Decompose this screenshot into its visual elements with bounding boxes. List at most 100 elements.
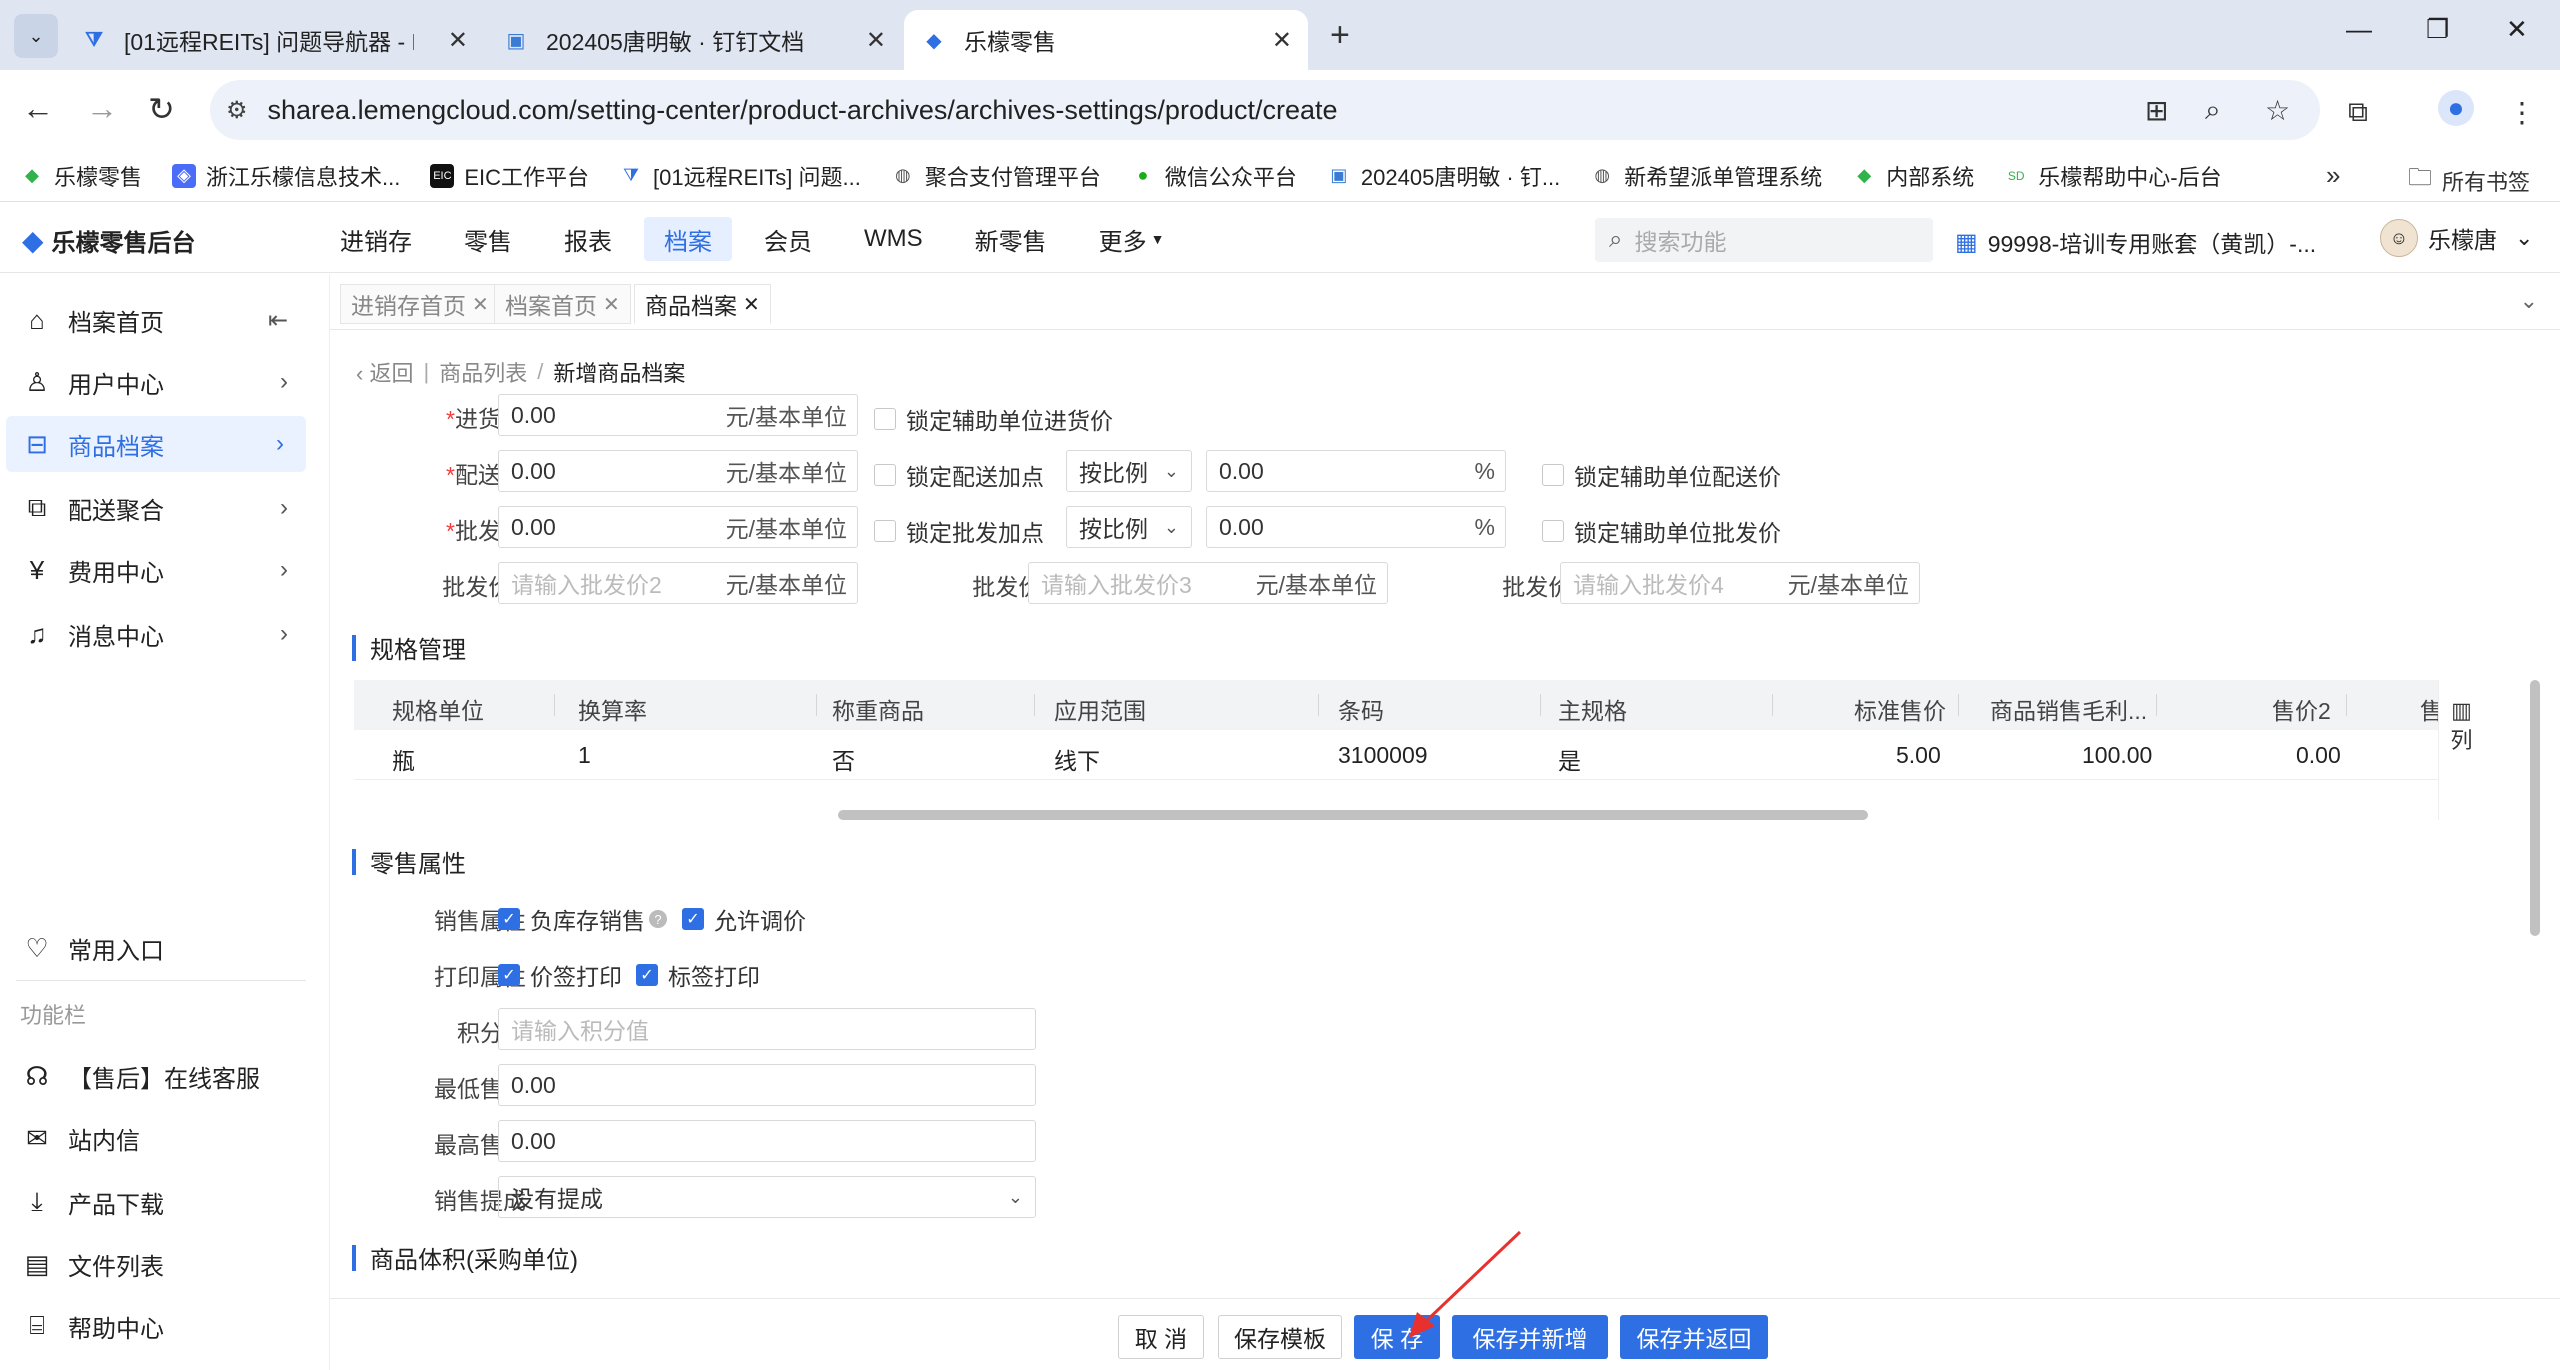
bookmark-item[interactable]: ⧩ [01远程REITs] 问题... [619, 160, 861, 192]
wholesale-price2-input[interactable]: 请输入批发价2 元/基本单位 [498, 562, 858, 604]
page-tab[interactable]: 进销存首页 ✕ [340, 284, 500, 324]
table-horizontal-scrollbar[interactable] [838, 810, 1868, 820]
sidebar-item-messages[interactable]: ♫ 消息中心 › [0, 606, 310, 662]
lock-wholesale-markup-checkbox[interactable]: 锁定批发加点 [874, 514, 1044, 548]
nav-item-active[interactable]: 档案 [644, 217, 732, 261]
help-icon[interactable]: ? [649, 910, 667, 928]
close-icon[interactable]: ✕ [448, 26, 468, 55]
bookmark-item[interactable]: ◆ 内部系统 [1852, 160, 1974, 192]
restore-button[interactable]: ❐ [2426, 14, 2449, 45]
points-input[interactable]: 请输入积分值 [498, 1008, 1036, 1050]
max-price-input[interactable]: 0.00 [498, 1120, 1036, 1162]
new-tab-button[interactable]: + [1330, 16, 1350, 55]
purchase-price-input[interactable]: 0.00 元/基本单位 [498, 394, 858, 436]
lock-delivery-markup-checkbox[interactable]: 锁定配送加点 [874, 458, 1044, 492]
price-tag-print-checkbox[interactable]: ✓ 价签打印 [498, 958, 622, 992]
more-menu-icon[interactable]: ⋮ [2508, 96, 2536, 129]
allow-price-adjust-checkbox[interactable]: ✓ 允许调价 [682, 902, 806, 936]
close-icon[interactable]: ✕ [866, 26, 886, 55]
bookmark-item[interactable]: SD 乐檬帮助中心-后台 [2004, 160, 2222, 192]
sidebar-tool-help[interactable]: ⌸ 帮助中心 [0, 1298, 310, 1354]
sidebar-item-expense[interactable]: ¥ 费用中心 › [0, 542, 310, 598]
reload-button[interactable]: ↻ [148, 90, 175, 128]
zoom-icon[interactable]: ⌕ [2205, 94, 2221, 127]
commission-select[interactable]: 没有提成 ⌄ [498, 1176, 1036, 1218]
bookmarks-overflow-icon[interactable]: » [2326, 160, 2340, 191]
delivery-markup-mode-select[interactable]: 按比例 ⌄ [1066, 450, 1192, 492]
forward-button[interactable]: → [86, 90, 118, 127]
min-price-input[interactable]: 0.00 [498, 1064, 1036, 1106]
all-bookmarks[interactable]: 🗀 所有书签 [2408, 160, 2530, 201]
bookmark-item[interactable]: ● 微信公众平台 [1131, 160, 1296, 192]
label-print-checkbox[interactable]: ✓ 标签打印 [636, 958, 760, 992]
column-header: 称重商品 [832, 698, 924, 724]
close-icon[interactable]: ✕ [743, 292, 760, 317]
close-icon[interactable]: ✕ [1272, 26, 1292, 55]
browser-tab-3[interactable]: ◆ 乐檬零售 ✕ [904, 10, 1308, 70]
bookmark-item[interactable]: ▣ 202405唐明敏 · 钉... [1327, 160, 1560, 192]
profile-icon[interactable]: ● [2438, 90, 2474, 126]
lock-aux-purchase-checkbox[interactable]: 锁定辅助单位进货价 [874, 402, 1113, 436]
collapse-sidebar-icon[interactable]: ⇤ [268, 306, 288, 335]
wholesale-price3-input[interactable]: 请输入批发价3 元/基本单位 [1028, 562, 1388, 604]
sidebar-tool-file-list[interactable]: ▤ 文件列表 [0, 1236, 310, 1292]
bookmark-item[interactable]: EIC EIC工作平台 [430, 160, 589, 192]
tab-search-button[interactable]: ⌄ [14, 14, 58, 58]
sidebar-item-product-archive[interactable]: ⊟ 商品档案 › [6, 416, 306, 472]
cancel-button[interactable]: 取 消 [1118, 1315, 1204, 1359]
page-tab[interactable]: 档案首页 ✕ [494, 284, 631, 324]
close-window-button[interactable]: ✕ [2506, 14, 2528, 45]
save-and-return-button[interactable]: 保存并返回 [1620, 1315, 1768, 1359]
sidebar-item-favorites[interactable]: ♡ 常用入口 [0, 920, 310, 976]
lock-aux-delivery-checkbox[interactable]: 锁定辅助单位配送价 [1542, 458, 1781, 492]
nav-item-more[interactable]: 更多 ▼ [1079, 217, 1185, 261]
close-icon[interactable]: ✕ [603, 292, 620, 317]
translate-icon[interactable]: ⊞ [2145, 94, 2168, 127]
function-search-input[interactable]: ⌕ 搜索功能 [1595, 218, 1933, 262]
app-logo[interactable]: ◆ 乐檬零售后台 [22, 223, 196, 258]
nav-item[interactable]: WMS [844, 217, 943, 261]
sidebar-item-user-center[interactable]: ♙ 用户中心 › [0, 354, 310, 410]
bookmark-item[interactable]: ◍ 聚合支付管理平台 [891, 160, 1101, 192]
table-row[interactable]: 瓶 1 否 线下 3100009 是 5.00 100.00 0.00 [354, 730, 2484, 780]
browser-tab-1[interactable]: ⧩ [01远程REITs] 问题导航器 - NH ✕ [64, 10, 484, 70]
sidebar-tool-inbox[interactable]: ✉ 站内信 [0, 1110, 310, 1166]
sidebar-tool-download[interactable]: ⤓ 产品下载 [0, 1174, 310, 1230]
nav-item[interactable]: 进销存 [320, 217, 432, 261]
delivery-markup-input[interactable]: 0.00% [1206, 450, 1506, 492]
bookmark-item[interactable]: ◍ 新希望派单管理系统 [1590, 160, 1822, 192]
browser-tab-2[interactable]: ▣ 202405唐明敏 · 钉钉文档 ✕ [486, 10, 902, 70]
wholesale-price-input[interactable]: 0.00 元/基本单位 [498, 506, 858, 548]
chevron-down-icon[interactable]: ⌄ [2520, 288, 2538, 314]
sidebar-item-archive-home[interactable]: ⌂ 档案首页 ⇤ [0, 292, 310, 348]
wholesale-markup-input[interactable]: 0.00% [1206, 506, 1506, 548]
wholesale-price4-input[interactable]: 请输入批发价4 元/基本单位 [1560, 562, 1920, 604]
nav-item[interactable]: 会员 [744, 217, 832, 261]
page-scroll-thumb[interactable] [2530, 680, 2540, 936]
bookmark-item[interactable]: ◈ 浙江乐檬信息技术... [172, 160, 400, 192]
breadcrumb-parent[interactable]: 商品列表 [439, 356, 527, 388]
extensions-icon[interactable]: ⧉ [2348, 96, 2368, 129]
sidebar-item-delivery[interactable]: ⧉ 配送聚合 › [0, 480, 310, 536]
minimize-button[interactable]: — [2346, 14, 2372, 45]
back-link[interactable]: ‹ 返回 [356, 356, 413, 388]
negative-stock-checkbox[interactable]: ✓ 负库存销售? [498, 902, 667, 936]
back-button[interactable]: ← [22, 90, 54, 127]
nav-item[interactable]: 新零售 [955, 217, 1067, 261]
star-icon[interactable]: ☆ [2265, 94, 2290, 127]
nav-item[interactable]: 报表 [544, 217, 632, 261]
column-settings-button[interactable]: ▥ 列 [2438, 680, 2484, 820]
url-bar[interactable]: ⚙ sharea.lemengcloud.com/setting-center/… [210, 80, 2320, 140]
close-icon[interactable]: ✕ [472, 292, 489, 317]
delivery-price-input[interactable]: 0.00 元/基本单位 [498, 450, 858, 492]
bookmark-item[interactable]: ◆ 乐檬零售 [20, 160, 142, 192]
site-info-icon[interactable]: ⚙ [226, 96, 248, 125]
page-tab-active[interactable]: 商品档案 ✕ [634, 284, 771, 324]
sidebar-tool-online-service[interactable]: ☊ 【售后】在线客服 [0, 1048, 310, 1104]
save-template-button[interactable]: 保存模板 [1218, 1315, 1342, 1359]
account-selector[interactable]: ▦ 99998-培训专用账套（黄凯）-... [1955, 225, 2316, 259]
user-menu[interactable]: ☺ 乐檬唐 ⌄ [2380, 219, 2533, 257]
wholesale-markup-mode-select[interactable]: 按比例 ⌄ [1066, 506, 1192, 548]
nav-item[interactable]: 零售 [444, 217, 532, 261]
lock-aux-wholesale-checkbox[interactable]: 锁定辅助单位批发价 [1542, 514, 1781, 548]
